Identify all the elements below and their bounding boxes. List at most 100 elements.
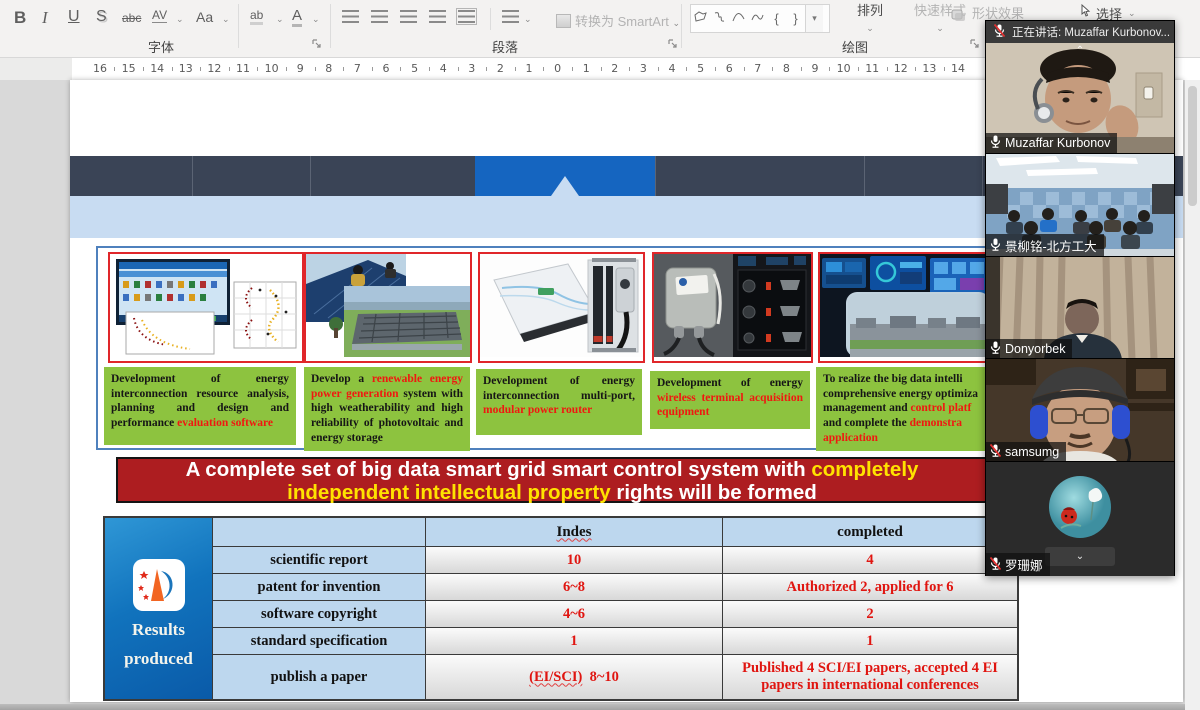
ruler-mark: 3 xyxy=(640,62,647,75)
strikethrough-button[interactable]: abc xyxy=(122,11,141,25)
scrollbar-thumb[interactable] xyxy=(1188,86,1197,206)
participant-name: samsumg xyxy=(1005,445,1059,459)
ruler-tick xyxy=(114,67,115,71)
font-dialog-launcher-icon[interactable] xyxy=(312,39,323,50)
ruler-tick xyxy=(172,67,173,71)
participant-name-label: Donyorbek xyxy=(986,339,1072,359)
justify-icon xyxy=(429,10,446,23)
vertical-scrollbar[interactable] xyxy=(1185,80,1200,710)
font-color-button[interactable]: A xyxy=(292,7,302,27)
video-tile-muzaffar[interactable]: ⌃ Muzaffar Kurbonov xyxy=(986,43,1174,153)
table-cell: scientific report xyxy=(213,547,425,573)
ruler-tick xyxy=(658,67,659,71)
ruler-mark: 9 xyxy=(297,62,304,75)
paragraph-dialog-launcher-icon[interactable] xyxy=(668,39,679,50)
canvas-bottom-edge xyxy=(0,704,1200,710)
table-cell: 4 xyxy=(723,547,1017,573)
table-cell: 1 xyxy=(723,628,1017,654)
ruler-mark: 16 xyxy=(93,62,107,75)
table-cell: 10 xyxy=(426,547,722,573)
change-case-button[interactable]: Aa xyxy=(196,9,213,25)
shape-effects-icon[interactable] xyxy=(950,8,966,27)
ruler-mark: 15 xyxy=(122,62,136,75)
chevron-down-icon[interactable]: ⌄ xyxy=(176,14,184,25)
ruler-mark: 1 xyxy=(583,62,590,75)
project-logo xyxy=(133,559,185,611)
slide-image-analysis-software xyxy=(108,252,304,363)
ruler-tick xyxy=(572,67,573,71)
ruler-mark: 0 xyxy=(554,62,561,75)
scribble-shape-icon[interactable] xyxy=(710,11,729,26)
ruler-tick xyxy=(944,67,945,71)
align-left-icon xyxy=(342,10,359,23)
align-right-button[interactable] xyxy=(400,10,417,28)
video-tile-classroom[interactable]: 景柳铭-北方工大 xyxy=(986,153,1174,257)
ruler-mark: 14 xyxy=(951,62,965,75)
video-conference-panel[interactable]: 正在讲话: Muzaffar Kurbonov... ⌃ Muzaffar xyxy=(985,20,1175,576)
table-cell: 2 xyxy=(723,601,1017,627)
video-tile-luoshanna[interactable]: ⌄ 罗珊娜 xyxy=(986,461,1174,576)
results-label-line2: produced xyxy=(124,649,193,669)
character-spacing-button[interactable]: AV xyxy=(152,8,167,23)
chevron-down-icon[interactable]: ⌄ xyxy=(1128,8,1136,19)
separator xyxy=(681,4,682,48)
ruler-mark: 7 xyxy=(754,62,761,75)
table-cell: standard specification xyxy=(213,628,425,654)
mic-muted-icon xyxy=(994,24,1005,40)
chevron-down-icon[interactable]: ⌄ xyxy=(312,14,320,25)
ruler-tick xyxy=(772,67,773,71)
justify-button[interactable] xyxy=(429,10,446,28)
text-shadow-button[interactable]: S xyxy=(96,8,107,26)
speaking-now-text: 正在讲话: Muzaffar Kurbonov... xyxy=(1012,24,1170,40)
italic-button[interactable]: I xyxy=(42,8,48,28)
separator xyxy=(490,8,491,30)
curve-shape-icon[interactable] xyxy=(748,11,767,26)
arrange-button[interactable]: 排列⌄ xyxy=(845,3,895,36)
ruler-tick xyxy=(543,67,544,71)
video-tile-donyorbek[interactable]: Donyorbek xyxy=(986,256,1174,359)
chevron-up-icon[interactable]: ⌃ xyxy=(1076,45,1084,56)
ruler-tick xyxy=(200,67,201,71)
ruler-mark: 12 xyxy=(894,62,908,75)
ruler-tick xyxy=(257,67,258,71)
highlight-color-button[interactable]: ab xyxy=(250,8,263,25)
drawing-dialog-launcher-icon[interactable] xyxy=(970,39,981,50)
convert-smartart-button[interactable]: 转换为 SmartArt ⌄ xyxy=(556,11,680,30)
underline-button[interactable]: U xyxy=(68,8,80,26)
collapse-panel-button[interactable]: ⌄ xyxy=(1045,547,1115,566)
ruler-mark: 5 xyxy=(697,62,704,75)
chevron-down-icon[interactable]: ⌄ xyxy=(276,14,284,25)
align-center-button[interactable] xyxy=(371,10,388,28)
ruler-mark: 10 xyxy=(265,62,279,75)
align-left-button[interactable] xyxy=(342,10,359,28)
ruler-mark: 6 xyxy=(383,62,390,75)
participant-name: 罗珊娜 xyxy=(1005,555,1043,574)
avatar xyxy=(1049,476,1111,538)
chevron-down-icon[interactable]: ⌄ xyxy=(222,14,230,25)
ruler-tick xyxy=(458,67,459,71)
participant-name: 景柳铭-北方工大 xyxy=(1005,236,1097,255)
speaking-now-header[interactable]: 正在讲话: Muzaffar Kurbonov... xyxy=(986,21,1174,43)
right-brace-shape-icon[interactable]: } xyxy=(786,11,805,26)
banner-text: A complete set of big data smart grid sm… xyxy=(148,459,956,504)
table-cell: 6~8 xyxy=(426,574,722,600)
table-cell: Authorized 2, applied for 6 xyxy=(723,574,1017,600)
line-spacing-icon xyxy=(502,10,519,23)
shapes-gallery[interactable]: { } ▾ xyxy=(690,4,830,33)
mic-icon xyxy=(990,238,1001,254)
left-brace-shape-icon[interactable]: { xyxy=(767,11,786,26)
ruler-tick xyxy=(143,67,144,71)
distribute-button[interactable] xyxy=(458,10,475,28)
bold-button[interactable]: B xyxy=(14,8,26,28)
ruler-tick xyxy=(715,67,716,71)
freeform-shape-icon[interactable] xyxy=(691,11,710,26)
ruler-mark: 5 xyxy=(411,62,418,75)
ruler-mark: 13 xyxy=(179,62,193,75)
video-tile-samsumg[interactable]: samsumg xyxy=(986,358,1174,462)
table-header-empty xyxy=(213,518,425,546)
arc-shape-icon[interactable] xyxy=(729,11,748,26)
line-spacing-button[interactable] xyxy=(502,10,519,28)
chevron-down-icon[interactable]: ⌄ xyxy=(524,14,532,25)
align-center-icon xyxy=(371,10,388,23)
shapes-more-dropdown[interactable]: ▾ xyxy=(805,5,823,32)
